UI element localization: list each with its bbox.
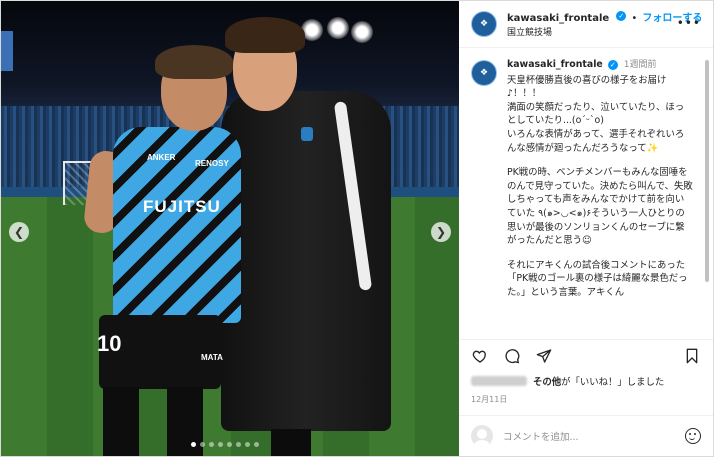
scrollbar[interactable] — [705, 60, 709, 282]
carousel-dot — [236, 442, 241, 447]
chevron-left-icon[interactable]: ❮ — [9, 222, 29, 242]
carousel-dot — [254, 442, 259, 447]
caption-paragraph: それにアキくんの試合後コメントにあった「PK戦のゴール裏の様子は綺麗な景色だった… — [507, 259, 688, 298]
share-icon[interactable] — [535, 347, 553, 365]
carousel-dot — [200, 442, 205, 447]
post-time[interactable]: 1週間前 — [624, 60, 657, 70]
shorts-brand: MATA — [201, 353, 223, 362]
carousel-dot — [227, 442, 232, 447]
verified-badge-icon: ✓ — [607, 59, 618, 70]
player-1-leg — [103, 387, 139, 456]
chevron-right-icon[interactable]: ❯ — [431, 222, 451, 242]
player-2-hair — [225, 17, 305, 53]
comment-icon[interactable] — [503, 347, 521, 365]
avatar[interactable]: ❖ — [471, 60, 497, 86]
avatar — [471, 425, 493, 447]
jersey-sponsor-left: ANKER — [147, 153, 176, 162]
flag — [1, 31, 13, 71]
jersey-sponsor: FUJITSU — [143, 197, 221, 216]
carousel-dots — [191, 442, 259, 447]
stadium-light — [327, 17, 349, 39]
caption-paragraph: PK戦の時、ベンチメンバーもみんな固唾をのんで見守っていた。決めたら叫んで、失敗… — [507, 167, 693, 247]
carousel-dot — [209, 442, 214, 447]
post-date[interactable]: 12月11日 — [459, 388, 713, 415]
carousel-dot — [191, 442, 196, 447]
player-2-leg — [271, 429, 311, 456]
post-photo[interactable]: ANKER RENOSY FUJITSU 10 MATA ❮ ❯ — [1, 1, 459, 456]
shirt-number: 10 — [97, 331, 122, 356]
player-1-hair — [155, 45, 233, 79]
player-1-jersey — [113, 127, 241, 323]
carousel-dot — [245, 442, 250, 447]
bookmark-icon[interactable] — [683, 347, 701, 365]
stadium-light — [351, 21, 373, 43]
caption-paragraph: 天皇杯優勝直後の喜びの様子をお届け♪！！！ 満面の笑顔だったり、泣いていたり、ほ… — [507, 74, 685, 154]
avatar[interactable]: ❖ — [471, 11, 497, 37]
blurred-username — [471, 376, 527, 386]
jersey-sponsor-right: RENOSY — [195, 159, 229, 168]
header-text: kawasaki_frontale ✓ • フォローする 国立競技場 — [507, 9, 702, 40]
username-link[interactable]: kawasaki_frontale — [507, 13, 609, 24]
instagram-post: ANKER RENOSY FUJITSU 10 MATA ❮ ❯ ❖ kawas… — [0, 0, 714, 457]
post-side-panel: ❖ kawasaki_frontale ✓ • フォローする 国立競技場 •••… — [459, 1, 713, 456]
more-icon[interactable]: ••• — [677, 16, 701, 30]
caption-body: kawasaki_frontale ✓ 1週間前 天皇杯優勝直後の喜びの様子をお… — [507, 58, 693, 339]
likes-others[interactable]: その他 — [533, 374, 561, 388]
likes-summary[interactable]: その他 が「いいね！」しました — [459, 372, 713, 388]
location-link[interactable]: 国立競技場 — [507, 26, 702, 40]
post-header: ❖ kawasaki_frontale ✓ • フォローする 国立競技場 ••• — [459, 1, 713, 48]
caption-username[interactable]: kawasaki_frontale — [507, 59, 603, 70]
likes-text: が「いいね！」しました — [561, 377, 665, 388]
caption-area: ❖ kawasaki_frontale ✓ 1週間前 天皇杯優勝直後の喜びの様子… — [459, 48, 713, 339]
emoji-icon[interactable] — [685, 428, 701, 444]
verified-badge-icon: ✓ — [616, 11, 627, 21]
comment-box: コメントを追加... — [459, 415, 713, 456]
heart-icon[interactable] — [471, 347, 489, 365]
action-bar — [459, 339, 713, 372]
separator-dot: • — [631, 12, 638, 24]
carousel-dot — [218, 442, 223, 447]
club-badge — [301, 127, 313, 141]
comment-input[interactable]: コメントを追加... — [503, 429, 685, 443]
